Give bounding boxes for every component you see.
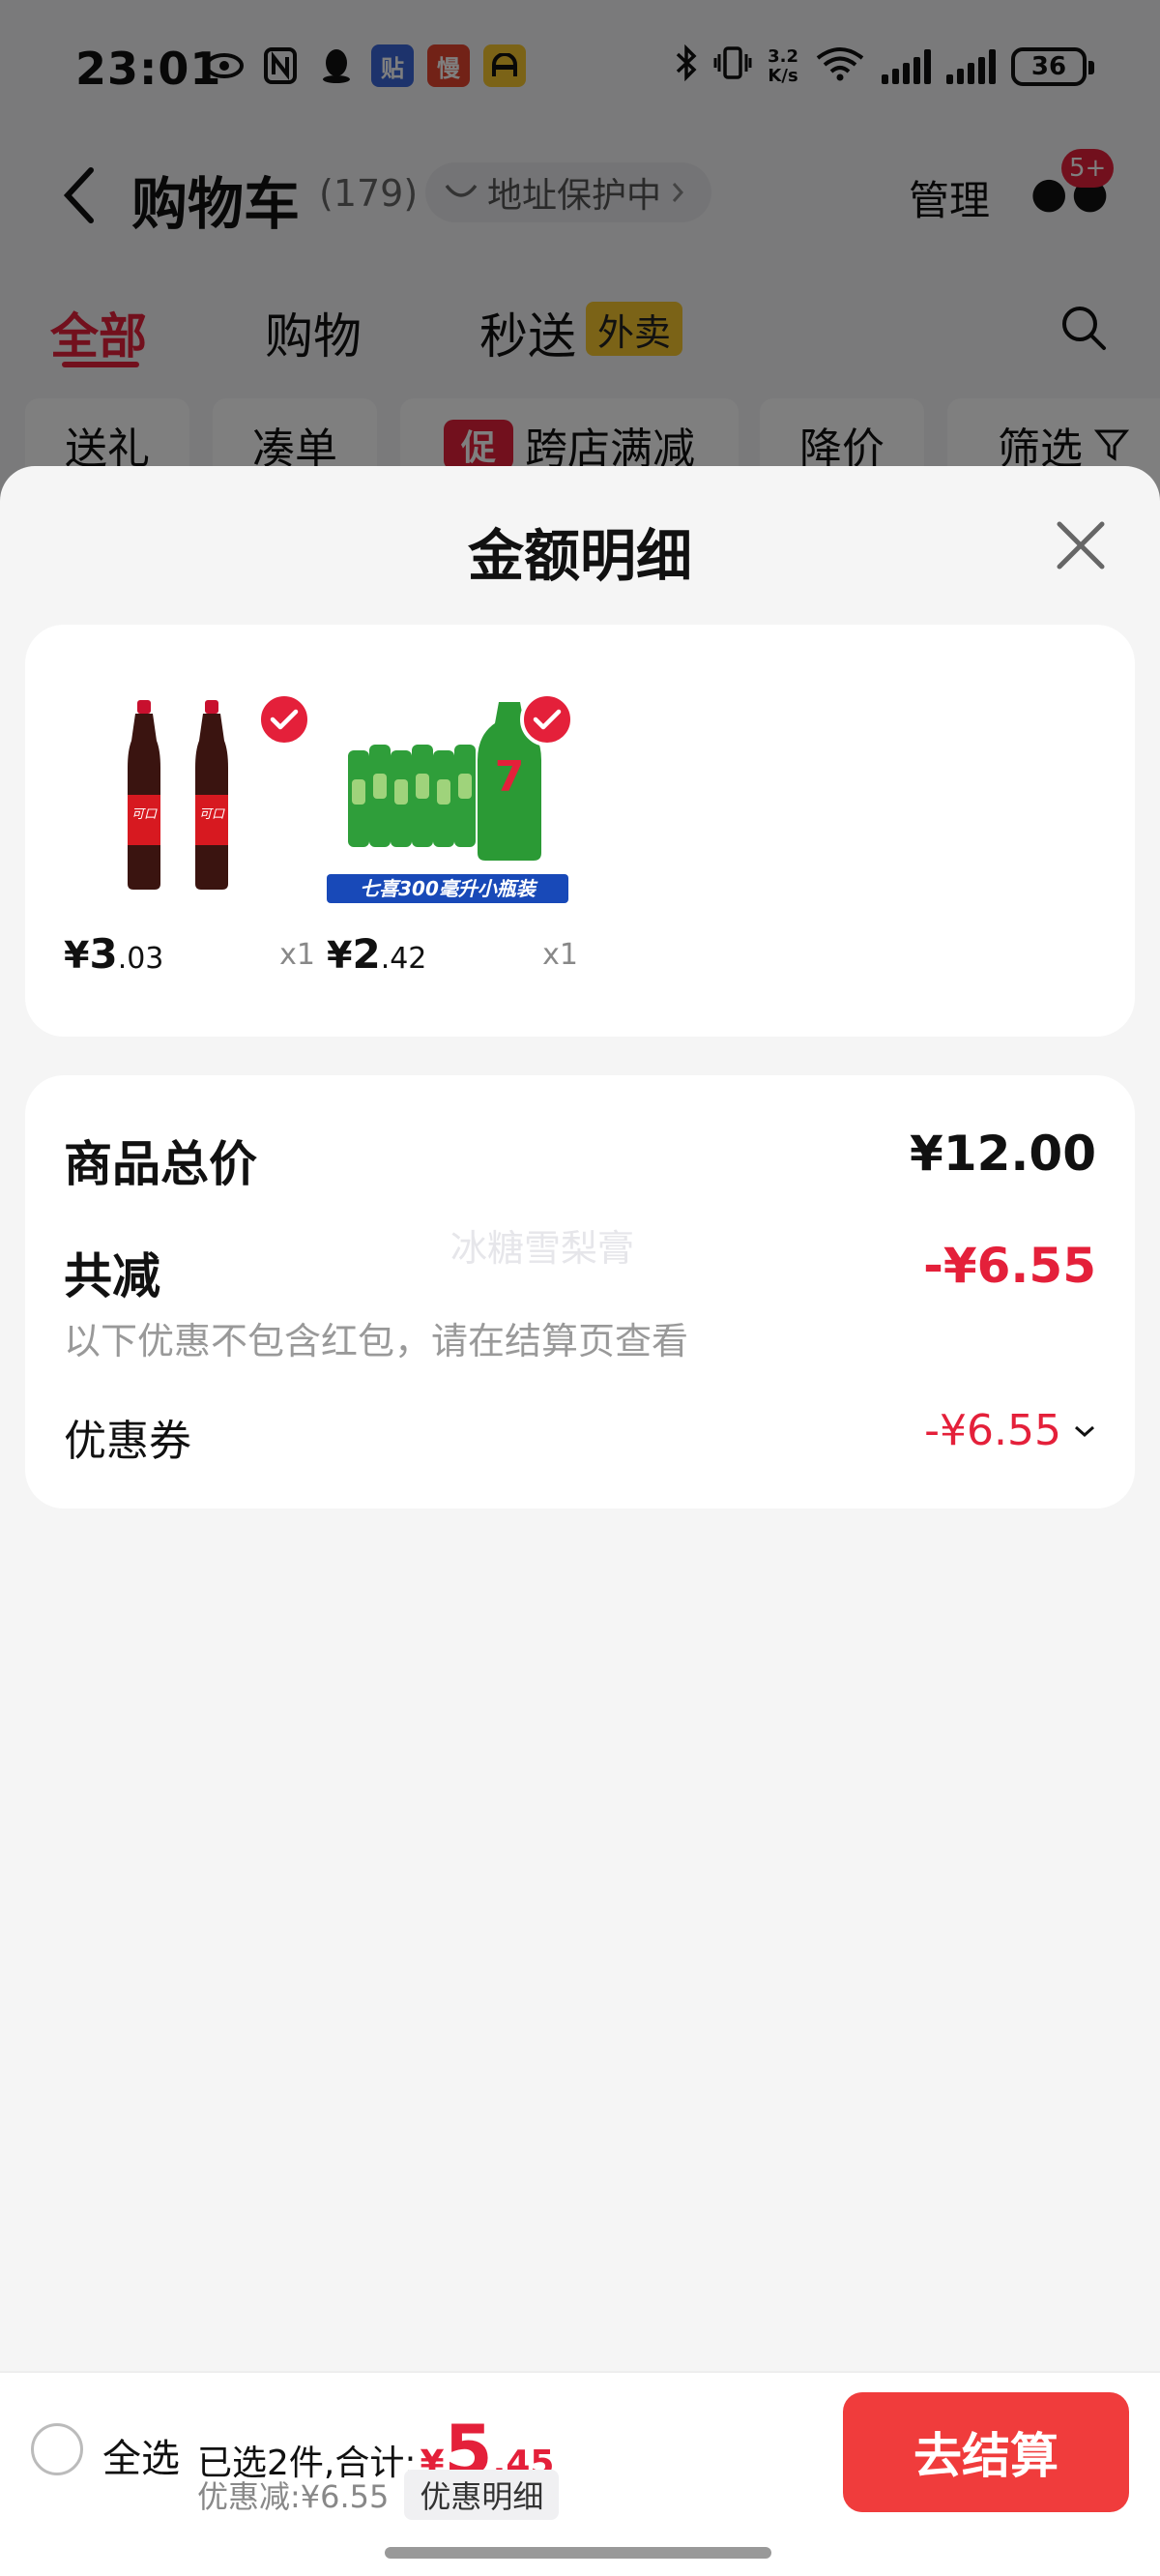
checkout-button[interactable]: 去结算 <box>843 2392 1129 2512</box>
svg-text:可口: 可口 <box>199 807 225 822</box>
product-price: ¥3.03 <box>64 930 163 978</box>
watermark-text: 冰糖雪梨膏 <box>450 1227 635 1270</box>
coupon-row-toggle[interactable]: -¥6.55 <box>924 1406 1096 1455</box>
price-symbol: ¥ <box>64 934 90 977</box>
product-quantity: x1 <box>542 938 578 972</box>
total-price-label: 商品总价 <box>64 1136 257 1192</box>
amount-summary-card: 商品总价 ¥12.00 冰糖雪梨膏 共减 -¥6.55 以下优惠不包含红包，请在… <box>25 1075 1135 1508</box>
amount-detail-sheet: 金额明细 可口 可口 ¥3.03 x1 7 七喜300毫升小瓶装 ¥2.42 x… <box>0 466 1160 2371</box>
svg-text:7: 7 <box>495 752 525 802</box>
discount-text: 优惠减:¥6.55 <box>197 2478 390 2515</box>
chevron-down-icon <box>1075 1425 1094 1437</box>
coupon-value: -¥6.55 <box>924 1406 1061 1455</box>
checkout-bar: 全选 已选2件,合计: ¥ 5 .45 优惠减:¥6.55 优惠明细 去结算 <box>0 2371 1160 2576</box>
product-price: ¥2.42 <box>327 930 426 978</box>
svg-text:可口: 可口 <box>131 807 158 822</box>
sprite-banner: 七喜300毫升小瓶装 <box>360 877 538 900</box>
sheet-title: 金额明细 <box>467 523 692 589</box>
product-item[interactable]: 7 七喜300毫升小瓶装 ¥2.42 x1 <box>327 683 578 1002</box>
coupon-label: 优惠券 <box>64 1417 191 1466</box>
price-decimal: .42 <box>380 942 427 976</box>
price-decimal: .03 <box>117 942 164 976</box>
discount-detail-button[interactable]: 优惠明细 <box>404 2470 560 2520</box>
product-item[interactable]: 可口 可口 ¥3.03 x1 <box>64 683 315 1002</box>
close-icon[interactable] <box>1052 516 1110 574</box>
select-all-radio[interactable] <box>31 2423 83 2475</box>
select-all-label[interactable]: 全选 <box>102 2427 180 2483</box>
reduction-value: -¥6.55 <box>923 1238 1096 1294</box>
home-indicator[interactable] <box>385 2547 771 2559</box>
reduction-label: 共减 <box>64 1248 160 1304</box>
price-integer: 3 <box>89 930 118 978</box>
total-price-value: ¥12.00 <box>910 1126 1096 1182</box>
reduction-note: 以下优惠不包含红包，请在结算页查看 <box>64 1320 689 1362</box>
discount-line: 优惠减:¥6.55 优惠明细 <box>197 2470 560 2520</box>
checked-icon <box>520 692 574 746</box>
selected-products-card: 可口 可口 ¥3.03 x1 7 七喜300毫升小瓶装 ¥2.42 x1 <box>25 625 1135 1037</box>
checked-icon <box>257 692 311 746</box>
price-integer: 2 <box>352 930 381 978</box>
price-symbol: ¥ <box>327 934 353 977</box>
product-quantity: x1 <box>279 938 315 972</box>
page: 23:01 贴 慢 <box>0 0 1160 2576</box>
